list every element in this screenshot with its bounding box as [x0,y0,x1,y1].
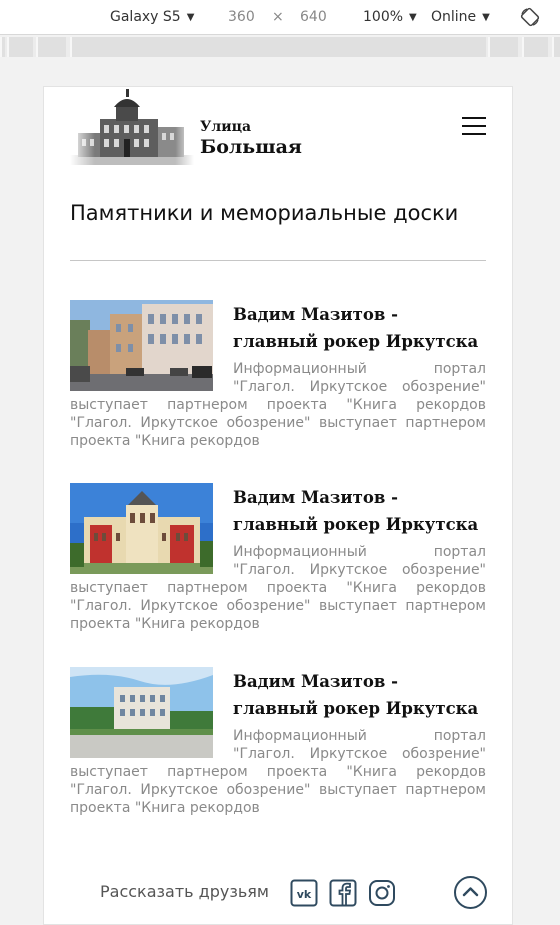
height-value: 640 [300,9,327,25]
caret-down-icon: ▼ [409,11,417,23]
caret-down-icon: ▼ [186,11,195,23]
share-label: Рассказать друзьям [100,882,269,901]
times-label: × [272,9,284,25]
svg-text:vk: vk [297,888,312,901]
times-sign: × [272,9,284,25]
caret-down-icon: ▼ [482,11,490,23]
page-title: Памятники и мемориальные доски [70,201,459,225]
network-select[interactable]: Online ▼ [431,9,490,25]
facebook-icon[interactable] [329,879,357,907]
article-card[interactable]: Вадим Мазитов - главный рокер Иркутска И… [70,300,486,450]
title-divider [70,260,486,261]
theatre-photo-thumbnail[interactable] [70,483,213,574]
device-label: Galaxy S5 [110,9,181,25]
vk-icon[interactable]: vk [290,879,318,907]
network-label: Online [431,9,477,25]
height-field[interactable]: 640 [300,9,327,25]
logo-text[interactable]: Улица Большая [200,119,302,159]
logo-building-image[interactable] [70,89,194,165]
street-photo-thumbnail[interactable] [70,300,213,391]
width-value: 360 [228,9,255,25]
device-select[interactable]: Galaxy S5 ▼ [110,9,194,25]
square-photo-thumbnail[interactable] [70,667,213,758]
hamburger-menu-icon[interactable] [462,117,488,137]
article-card[interactable]: Вадим Мазитов - главный рокер Иркутска И… [70,667,486,817]
site-header: Улица Большая [44,87,512,187]
rotate-icon[interactable] [520,7,540,27]
device-viewport: Улица Большая Памятники и мемориальные д… [43,86,513,925]
chevron-up-icon [462,887,479,897]
media-query-ruler[interactable] [0,37,560,57]
instagram-icon[interactable] [368,879,396,907]
scroll-up-button[interactable] [454,876,487,909]
devtools-toolbar: Galaxy S5 ▼ 360 × 640 100% ▼ Online ▼ [0,0,560,35]
logo-big-text: Большая [200,136,302,158]
width-field[interactable]: 360 [228,9,255,25]
logo-small-text: Улица [200,119,252,135]
zoom-label: 100% [363,9,404,25]
zoom-select[interactable]: 100% ▼ [363,9,417,25]
article-card[interactable]: Вадим Мазитов - главный рокер Иркутска И… [70,483,486,633]
